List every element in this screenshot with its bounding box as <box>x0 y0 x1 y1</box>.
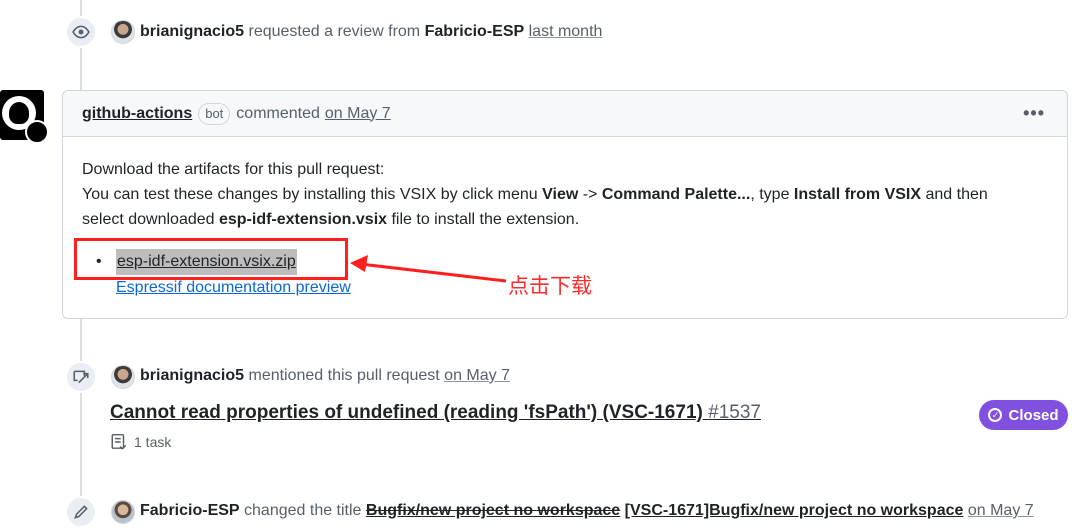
comment-time-link[interactable]: on May 7 <box>325 105 391 123</box>
github-actions-avatar[interactable] <box>0 90 49 144</box>
line2-install: Install from VSIX <box>793 186 922 203</box>
event-user[interactable]: brianignacio5 <box>140 367 244 384</box>
line2-palette: Command Palette... <box>601 186 751 203</box>
line2-type: , type <box>750 186 794 203</box>
annotation-arrow-icon <box>350 255 507 283</box>
task-count-text: 1 task <box>134 434 172 450</box>
avatar[interactable] <box>111 20 135 44</box>
event-text: requested a review from <box>248 23 421 40</box>
event-time-link[interactable]: on May 7 <box>444 367 510 384</box>
event-time-link[interactable]: last month <box>529 23 603 40</box>
title-change-event: Fabricio-ESP changed the title Bugfix/ne… <box>140 499 1034 523</box>
event-time-link[interactable]: on May 7 <box>968 502 1034 519</box>
event-target-user[interactable]: Fabricio-ESP <box>425 23 525 40</box>
comment-action: commented <box>236 104 320 122</box>
status-badge: ✓ Closed <box>979 400 1068 430</box>
checklist-icon <box>111 433 127 450</box>
comment-author[interactable]: github-actions <box>82 105 192 123</box>
line2-arrow: -> <box>578 186 602 203</box>
old-title: Bugfix/new project no workspace <box>365 502 621 519</box>
github-mini-logo-icon <box>25 120 49 144</box>
event-text: mentioned this pull request <box>248 367 440 384</box>
issue-title[interactable]: Cannot read properties of undefined (rea… <box>110 402 703 423</box>
comment-line-1: Download the artifacts for this pull req… <box>82 161 385 178</box>
avatar[interactable] <box>111 500 135 524</box>
line3-text: select downloaded <box>82 211 219 228</box>
comment-line-2: You can test these changes by installing… <box>82 182 1048 207</box>
line3-suffix: file to install the extension. <box>387 211 580 228</box>
event-user[interactable]: brianignacio5 <box>140 23 244 40</box>
avatar[interactable] <box>111 365 135 389</box>
kebab-icon[interactable]: ••• <box>1023 103 1045 124</box>
check-circle-icon: ✓ <box>988 408 1003 422</box>
issue-title-link[interactable]: Cannot read properties of undefined (rea… <box>110 402 761 424</box>
comment-header: github-actions bot commented on May 7 ••… <box>63 91 1067 137</box>
event-user[interactable]: Fabricio-ESP <box>140 502 240 519</box>
pencil-icon <box>65 496 97 528</box>
task-count: 1 task <box>110 433 171 451</box>
issue-number[interactable]: #1537 <box>708 402 761 423</box>
bot-label: bot <box>198 102 231 125</box>
comment-body: Download the artifacts for this pull req… <box>63 137 1067 252</box>
eye-icon <box>65 16 97 48</box>
line2-text: You can test these changes by installing… <box>82 186 543 203</box>
new-title: [VSC-1671]Bugfix/new project no workspac… <box>624 502 964 519</box>
comment-line-3: select downloaded esp-idf-extension.vsix… <box>82 207 1048 232</box>
line2-suffix: and then <box>921 186 988 203</box>
cross-reference-icon <box>65 361 97 393</box>
review-request-event: brianignacio5 requested a review from Fa… <box>140 20 602 44</box>
mention-event: brianignacio5 mentioned this pull reques… <box>140 364 510 388</box>
line3-file: esp-idf-extension.vsix <box>218 211 388 228</box>
annotation-text: 点击下载 <box>508 274 592 298</box>
event-text: changed the title <box>244 502 362 519</box>
line2-view: View <box>542 186 579 203</box>
annotation-highlight-box <box>74 238 348 280</box>
status-badge-label: Closed <box>1008 406 1059 424</box>
